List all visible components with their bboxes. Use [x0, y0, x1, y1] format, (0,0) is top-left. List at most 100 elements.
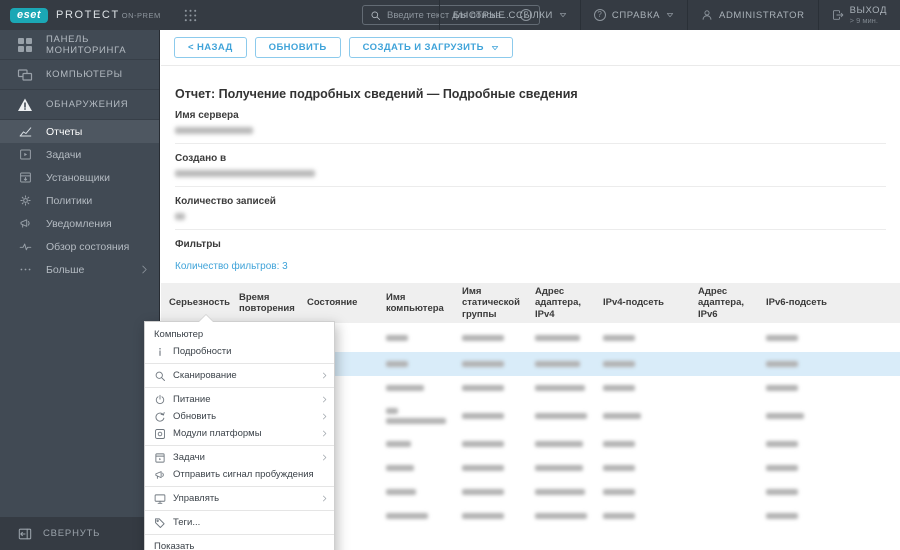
collapse-button[interactable]: СВЕРНУТЬ [0, 517, 159, 550]
table-cell [454, 376, 527, 400]
redacted-value [603, 334, 635, 341]
table-cell [595, 323, 690, 352]
menu-item-label: Задачи [173, 452, 205, 463]
table-cell [527, 323, 595, 352]
menu-item-modules[interactable]: Модули платформы [145, 425, 334, 442]
product-name: PROTECT ON-PREM [56, 9, 161, 21]
sidebar-item-label: Уведомления [46, 217, 112, 230]
redacted-value [766, 334, 798, 341]
more-icon [19, 263, 32, 276]
report-field: Создано в [175, 153, 886, 187]
chevron-down-icon [666, 11, 674, 19]
redacted-value [462, 441, 504, 448]
table-cell [595, 352, 690, 376]
sidebar-item-installers[interactable]: Установщики [0, 166, 159, 189]
table-cell [527, 376, 595, 400]
redacted-value [386, 361, 408, 368]
column-header[interactable]: IPv4-подсеть [595, 283, 690, 323]
menu-item-label: Управлять [173, 493, 220, 504]
status-icon [19, 240, 32, 253]
quick-links-menu[interactable]: БЫСТРЫЕ ССЫЛКИ [439, 0, 580, 30]
redacted-value [603, 465, 635, 472]
sidebar-item-tasks[interactable]: Задачи [0, 143, 159, 166]
redacted-value [766, 385, 798, 392]
menu-item-label: Сканирование [173, 370, 237, 381]
filters-section: Фильтры Количество фильтров: 3 [175, 239, 886, 274]
menu-item-label: Отправить сигнал пробуждения [173, 469, 314, 480]
help-icon: ? [593, 9, 606, 21]
menu-item-wake[interactable]: Отправить сигнал пробуждения [145, 466, 334, 483]
menu-item-update[interactable]: Обновить [145, 408, 334, 425]
table-cell [595, 456, 690, 480]
sidebar-item-detections[interactable]: ОБНАРУЖЕНИЯ [0, 90, 159, 120]
submenu-chevron-icon [320, 412, 329, 421]
logout-label: ВЫХОД [849, 4, 887, 16]
redacted-value [535, 334, 580, 341]
menu-item-tasks[interactable]: Задачи [145, 449, 334, 466]
sidebar-item-policies[interactable]: Политики [0, 189, 159, 212]
redacted-value [535, 385, 585, 392]
toolbar: < НАЗАД ОБНОВИТЬ СОЗДАТЬ И ЗАГРУЗИТЬ [161, 30, 900, 66]
redacted-value [766, 413, 804, 420]
column-header[interactable]: Имя статической группы [454, 283, 527, 323]
logout-icon [832, 9, 844, 21]
app-grid-icon[interactable] [183, 8, 198, 23]
table-cell [690, 376, 758, 400]
column-header[interactable]: Состояние [299, 283, 378, 323]
menu-item-scan[interactable]: Сканирование [145, 367, 334, 384]
user-icon [701, 9, 713, 21]
user-label: ADMINISTRATOR [719, 9, 805, 21]
menu-item-label: Модули платформы [173, 428, 262, 439]
redacted-value [462, 465, 504, 472]
menu-item-tags[interactable]: Теги... [145, 514, 334, 531]
sidebar-item-reports[interactable]: Отчеты [0, 120, 159, 143]
redacted-value [386, 489, 416, 496]
generate-download-button[interactable]: СОЗДАТЬ И ЗАГРУЗИТЬ [348, 37, 513, 58]
sidebar-item-notifications[interactable]: Уведомления [0, 212, 159, 235]
filters-count-link[interactable]: Количество фильтров: 3 [175, 261, 288, 272]
table-cell [454, 432, 527, 456]
table-cell [595, 400, 690, 432]
sidebar-item-more[interactable]: Больше [0, 258, 159, 281]
menu-item-label: Подробности [173, 346, 232, 357]
sidebar-item-dashboard[interactable]: ПАНЕЛЬ МОНИТОРИНГА [0, 30, 159, 60]
menu-divider [145, 387, 334, 388]
context-menu: Компьютер Подробности Сканирование Питание О… [144, 314, 335, 550]
table-cell [758, 480, 900, 504]
menu-item-details[interactable]: Подробности [145, 343, 334, 360]
menu-divider [145, 486, 334, 487]
column-header[interactable]: IPv6-подсеть [758, 283, 900, 323]
tasks-icon [19, 148, 32, 161]
table-cell [454, 456, 527, 480]
redacted-value [535, 413, 587, 420]
table-cell [378, 504, 454, 528]
redacted-value [535, 489, 585, 496]
back-button[interactable]: < НАЗАД [174, 37, 247, 58]
table-cell [378, 432, 454, 456]
table-cell [758, 352, 900, 376]
menu-item-manage[interactable]: Управлять [145, 490, 334, 507]
sidebar-item-status-overview[interactable]: Обзор состояния [0, 235, 159, 258]
column-header[interactable]: Серьезность [161, 283, 231, 323]
notifications-icon [19, 217, 32, 230]
menu-item-power[interactable]: Питание [145, 391, 334, 408]
redacted-value [766, 465, 798, 472]
table-cell [758, 400, 900, 432]
logout-button[interactable]: ВЫХОД > 9 мин. [817, 0, 900, 30]
redacted-value [535, 361, 580, 368]
sidebar-item-computers[interactable]: КОМПЬЮТЕРЫ [0, 60, 159, 90]
installers-icon [19, 171, 32, 184]
help-menu[interactable]: ? СПРАВКА [579, 0, 687, 30]
column-header[interactable]: Адрес адаптера, IPv4 [527, 283, 595, 323]
table-cell [758, 376, 900, 400]
refresh-button[interactable]: ОБНОВИТЬ [254, 37, 341, 58]
sidebar-item-label: ПАНЕЛЬ МОНИТОРИНГА [46, 33, 127, 56]
column-header[interactable]: Имя компьютера [378, 283, 454, 323]
table-cell [378, 480, 454, 504]
column-header[interactable]: Адрес адаптера, IPv6 [690, 283, 758, 323]
column-header[interactable]: Время повторения [231, 283, 299, 323]
policies-icon [19, 194, 32, 207]
table-cell [454, 352, 527, 376]
user-menu[interactable]: ADMINISTRATOR [687, 0, 818, 30]
table-cell [690, 432, 758, 456]
